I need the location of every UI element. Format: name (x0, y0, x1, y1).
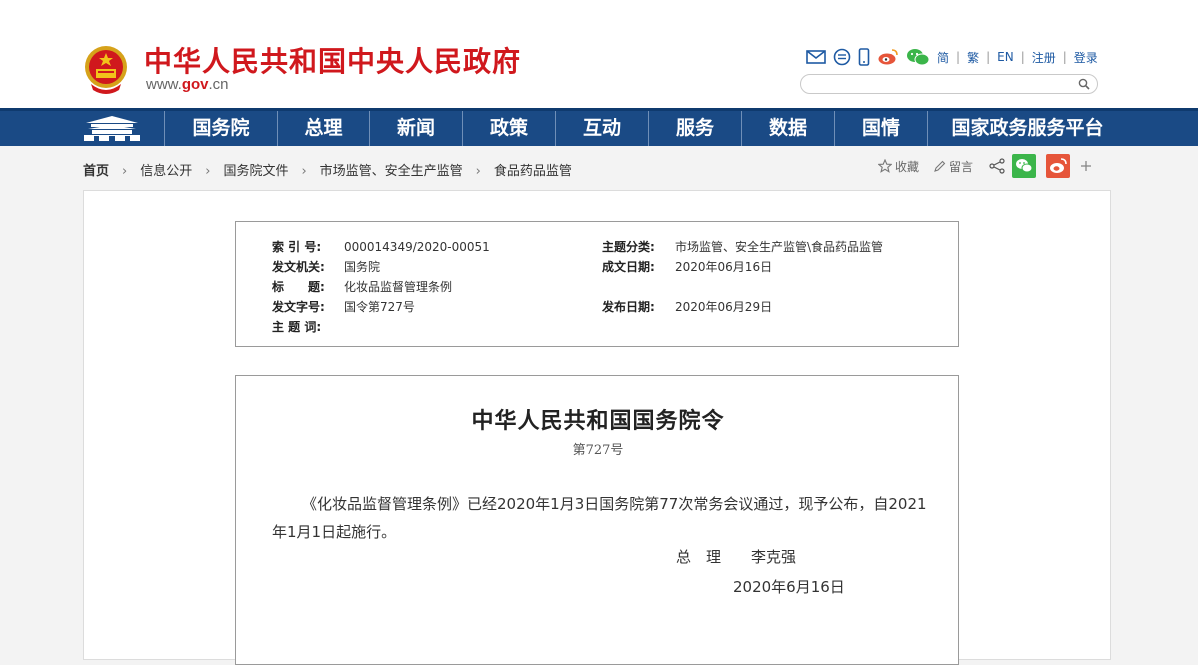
nav-item-gov-service-platform[interactable]: 国家政务服务平台 (927, 111, 1127, 146)
tiananmen-icon[interactable] (82, 115, 142, 143)
meta-label: 索 引 号: (272, 240, 322, 254)
meta-written-date: 成文日期: 2020年06月16日 (602, 258, 772, 275)
favorite-button[interactable]: 收藏 (878, 158, 919, 175)
nav-item-state-council[interactable]: 国务院 (164, 111, 277, 146)
meta-index-number: 索 引 号: 000014349/2020-00051 (272, 238, 490, 255)
star-icon (878, 159, 892, 173)
breadcrumb-bar: 首页 › 信息公开 › 国务院文件 › 市场监管、安全生产监管 › 食品药品监管 收藏 留言 (0, 146, 1198, 190)
divider: | (986, 50, 991, 64)
english-link[interactable]: EN (997, 50, 1014, 64)
site-header: 中华人民共和国中央人民政府 www.gov.cn 简 | 繁 | EN | 注册… (0, 0, 1198, 108)
utility-bar: 简 | 繁 | EN | 注册 | 登录 (806, 46, 1098, 68)
document-number: 第727号 (572, 443, 624, 458)
site-url-brand: gov (181, 76, 209, 93)
meta-label: 主 题 词: (272, 320, 322, 334)
meta-document-number: 发文字号: 国令第727号 (272, 298, 415, 315)
favorite-label: 收藏 (895, 159, 920, 174)
plus-icon[interactable] (1080, 160, 1092, 172)
meta-issuing-authority: 发文机关: 国务院 (272, 258, 380, 275)
nav-item-news[interactable]: 新闻 (369, 111, 462, 146)
comment-label: 留言 (949, 159, 974, 174)
meta-label: 发文字号: (272, 300, 325, 314)
nav-item-premier[interactable]: 总理 (277, 111, 369, 146)
pencil-icon (934, 160, 946, 172)
register-link[interactable]: 注册 (1032, 49, 1056, 66)
message-icon[interactable] (833, 48, 851, 66)
meta-value: 2020年06月16日 (675, 260, 773, 274)
divider: | (1062, 50, 1067, 64)
meta-label: 发文机关: (272, 260, 325, 274)
search-input[interactable] (811, 77, 1075, 95)
document-metadata: 索 引 号: 000014349/2020-00051 主题分类: 市场监管、安全生… (235, 221, 959, 347)
national-emblem-icon (85, 46, 127, 94)
page-tools: 收藏 留言 (878, 154, 1092, 178)
mail-icon[interactable] (806, 49, 826, 65)
nav-item-national-info[interactable]: 国情 (834, 111, 927, 146)
meta-keywords: 主 题 词: (272, 318, 344, 335)
search-icon[interactable] (1078, 78, 1090, 90)
weibo-share-icon[interactable] (1046, 154, 1071, 178)
meta-topic-category: 主题分类: 市场监管、安全生产监管\食品药品监管 (602, 238, 883, 255)
breadcrumb: 首页 › 信息公开 › 国务院文件 › 市场监管、安全生产监管 › 食品药品监管 (83, 160, 572, 179)
traditional-chinese-link[interactable]: 繁 (967, 49, 979, 66)
nav-item-policy[interactable]: 政策 (462, 111, 555, 146)
meta-value: 化妆品监督管理条例 (344, 280, 453, 294)
chevron-right-icon: › (122, 164, 128, 179)
nav-item-data[interactable]: 数据 (741, 111, 834, 146)
main-nav: 国务院 总理 新闻 政策 互动 服务 数据 国情 国家政务服务平台 (0, 108, 1198, 146)
meta-value: 国令第727号 (344, 300, 415, 314)
meta-label: 主题分类: (602, 240, 655, 254)
meta-publish-date: 发布日期: 2020年06月29日 (602, 298, 772, 315)
simplified-chinese-link[interactable]: 简 (937, 49, 949, 66)
weibo-icon[interactable] (877, 48, 899, 66)
meta-label: 发布日期: (602, 300, 655, 314)
site-url-suffix: .cn (208, 76, 229, 93)
meta-label: 标 题: (272, 280, 325, 294)
wechat-icon[interactable] (906, 48, 930, 66)
meta-value: 市场监管、安全生产监管\食品药品监管 (675, 240, 884, 254)
site-url[interactable]: www.gov.cn (146, 76, 229, 93)
breadcrumb-home[interactable]: 首页 (83, 164, 109, 179)
document-body: 《化妆品监督管理条例》已经2020年1月3日国务院第77次常务会议通过，现予公布… (272, 495, 927, 541)
divider: | (956, 50, 961, 64)
meta-value: 国务院 (344, 260, 381, 274)
breadcrumb-market-supervision[interactable]: 市场监管、安全生产监管 (320, 164, 463, 179)
document-date: 2020年6月16日 (733, 578, 845, 596)
meta-label: 成文日期: (602, 260, 655, 274)
site-title[interactable]: 中华人民共和国中央人民政府 (144, 40, 521, 80)
meta-value: 000014349/2020-00051 (344, 240, 490, 254)
search-box (800, 74, 1098, 95)
wechat-share-icon[interactable] (1012, 154, 1037, 178)
divider: | (1020, 50, 1025, 64)
nav-item-interaction[interactable]: 互动 (555, 111, 648, 146)
breadcrumb-info-disclosure[interactable]: 信息公开 (140, 164, 192, 179)
chevron-right-icon: › (475, 164, 481, 179)
document-title: 中华人民共和国国务院令 (471, 408, 725, 434)
document-signature: 总 理 李克强 (676, 548, 797, 566)
document-content: 中华人民共和国国务院令 第727号 《化妆品监督管理条例》已经2020年1月3日… (235, 375, 959, 665)
chevron-right-icon: › (205, 164, 211, 179)
nav-item-services[interactable]: 服务 (648, 111, 741, 146)
site-url-prefix: www. (146, 76, 182, 93)
chevron-right-icon: › (301, 164, 307, 179)
mobile-icon[interactable] (858, 48, 870, 66)
meta-title: 标 题: 化妆品监督管理条例 (272, 278, 452, 295)
share-icon[interactable] (989, 158, 1005, 174)
breadcrumb-state-council-documents[interactable]: 国务院文件 (223, 164, 288, 179)
breadcrumb-food-drug-supervision[interactable]: 食品药品监管 (494, 164, 572, 179)
login-link[interactable]: 登录 (1074, 49, 1098, 66)
meta-value: 2020年06月29日 (675, 300, 773, 314)
comment-button[interactable]: 留言 (933, 158, 973, 175)
